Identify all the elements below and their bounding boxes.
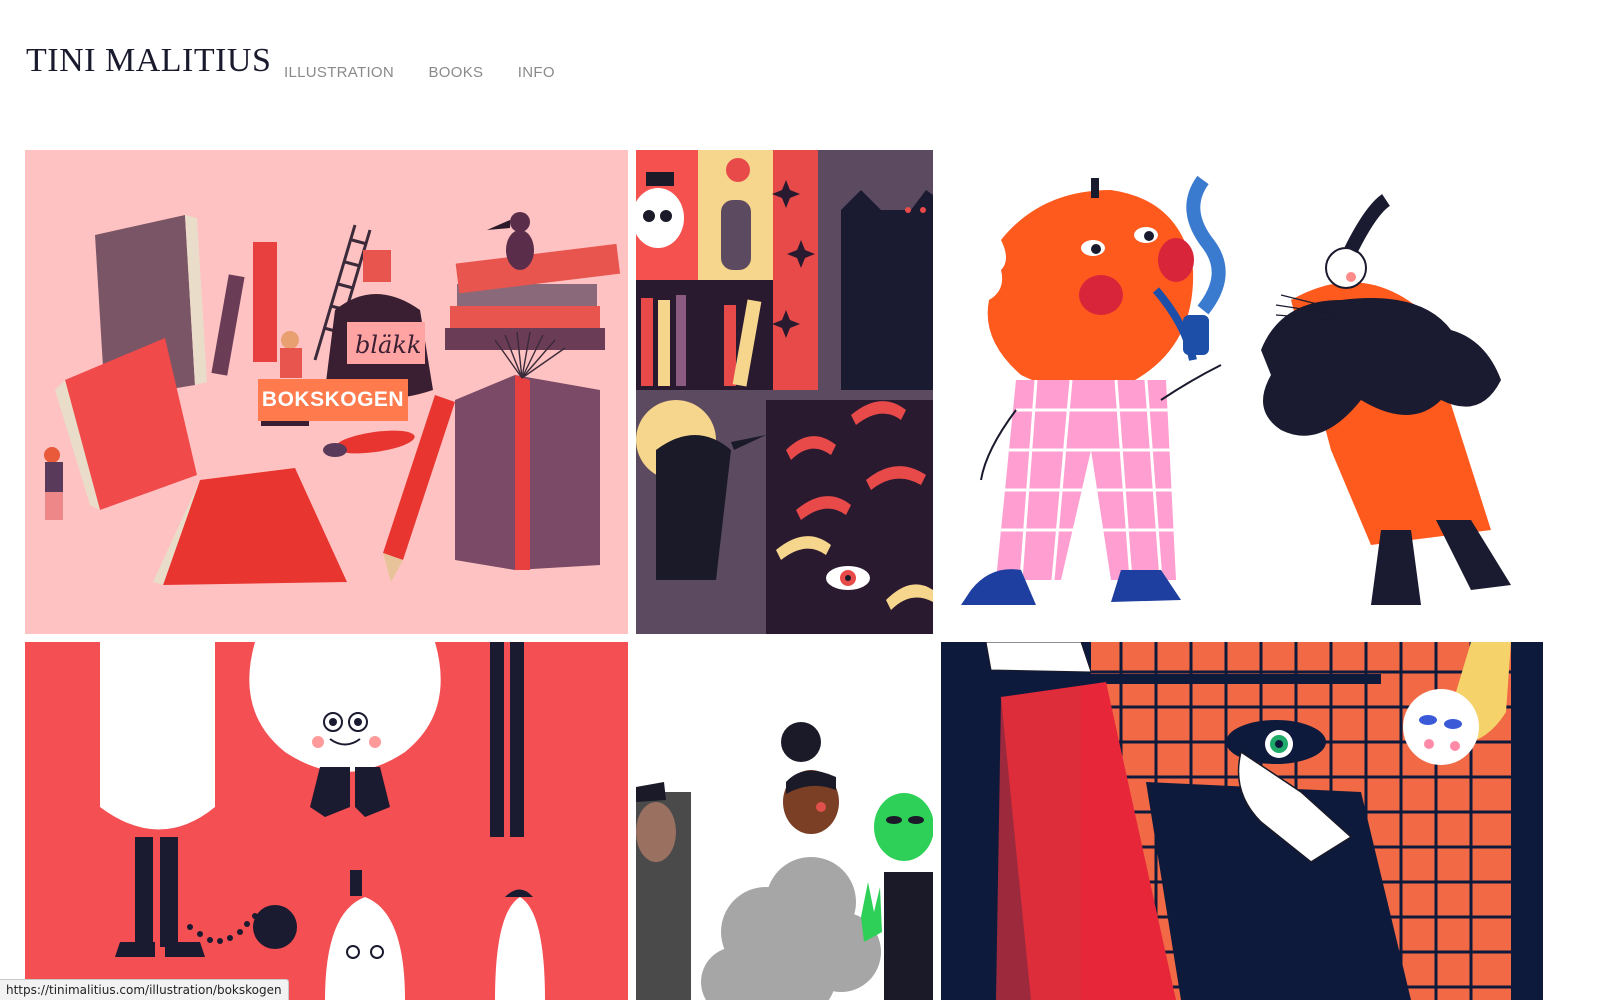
gallery-tile-red-characters[interactable] [25, 642, 628, 1000]
ink-label-text: bläkk [355, 331, 421, 359]
night-shelf-illustration [636, 150, 933, 634]
eye-grid-illustration [941, 642, 1543, 1000]
gallery-tile-crowd-alien[interactable] [636, 642, 933, 1000]
gallery-tile-night-shelf[interactable] [636, 150, 933, 634]
red-characters-illustration [25, 642, 628, 1000]
gallery-tile-bokskogen[interactable]: bläkk BOKSKOGEN [25, 150, 628, 634]
nav-books[interactable]: BOOKS [428, 64, 483, 81]
bokskogen-label: BOKSKOGEN [258, 379, 408, 421]
nav-illustration[interactable]: ILLUSTRATION [284, 64, 394, 81]
status-bar-url: https://tinimalitius.com/illustration/bo… [0, 979, 289, 1000]
gallery-tile-apple-pipe[interactable] [941, 150, 1543, 634]
main-nav: ILLUSTRATION BOOKS INFO [284, 64, 585, 82]
site-title[interactable]: TINI MALITIUS [26, 42, 271, 80]
crowd-alien-illustration [636, 642, 933, 1000]
nav-info[interactable]: INFO [518, 64, 555, 81]
apple-pipe-illustration [941, 150, 1543, 634]
gallery-tile-eye-grid[interactable] [941, 642, 1543, 1000]
